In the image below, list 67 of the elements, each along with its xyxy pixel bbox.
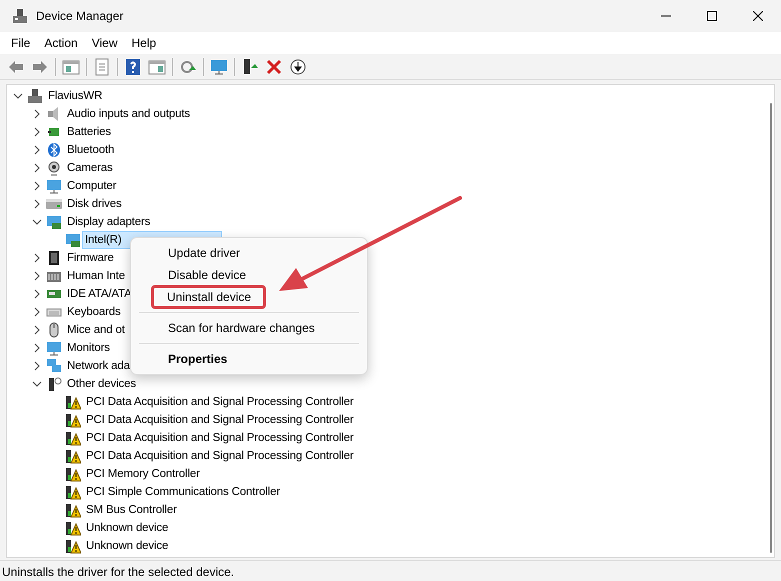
display-card-icon bbox=[46, 214, 62, 230]
warning-icon bbox=[65, 430, 81, 446]
tree-item[interactable]: Monitors bbox=[64, 339, 113, 357]
menu-item[interactable]: File bbox=[4, 32, 38, 54]
device-plus-icon[interactable] bbox=[241, 58, 259, 76]
warning-icon bbox=[65, 412, 81, 428]
maximize-icon bbox=[707, 11, 717, 21]
tree-item[interactable]: Human Inte bbox=[64, 267, 128, 285]
monitor-icon[interactable] bbox=[210, 58, 228, 76]
tree-item[interactable]: IDE ATA/ATA bbox=[64, 285, 135, 303]
menu-item[interactable]: Action bbox=[37, 32, 85, 54]
tree-item[interactable]: PCI Simple Communications Controller bbox=[83, 483, 284, 501]
tree-item[interactable]: Mice and ot bbox=[64, 321, 128, 339]
monitor-icon bbox=[46, 340, 62, 356]
monitor-icon bbox=[46, 178, 62, 194]
tree-item[interactable]: Other devices bbox=[64, 375, 139, 393]
menu-item[interactable]: Help bbox=[124, 32, 164, 54]
computer-icon bbox=[27, 88, 43, 104]
pane-icon[interactable] bbox=[148, 58, 166, 76]
disk-drive-icon bbox=[46, 196, 62, 212]
menu-item[interactable]: Properties bbox=[131, 348, 367, 370]
display-card-icon bbox=[65, 232, 81, 248]
window-title: Device Manager bbox=[36, 8, 124, 25]
tree-item[interactable]: Firmware bbox=[64, 249, 117, 267]
warning-icon bbox=[65, 466, 81, 482]
tree-item[interactable]: PCI Data Acquisition and Signal Processing Controller bbox=[83, 429, 357, 447]
tree-item[interactable]: PCI Data Acquisition and Signal Processing Controller bbox=[83, 447, 357, 465]
scrollbar[interactable] bbox=[770, 103, 772, 553]
help-icon[interactable] bbox=[124, 58, 142, 76]
tree-item[interactable]: Batteries bbox=[64, 123, 114, 141]
warning-icon bbox=[65, 484, 81, 500]
warning-icon bbox=[65, 502, 81, 518]
pane-icon[interactable] bbox=[62, 58, 80, 76]
close-icon bbox=[753, 11, 763, 21]
warning-icon bbox=[65, 394, 81, 410]
tree-item[interactable]: Computer bbox=[64, 177, 120, 195]
tree-item[interactable]: PCI Data Acquisition and Signal Processing Controller bbox=[83, 411, 357, 429]
menu-item[interactable]: Scan for hardware changes bbox=[131, 317, 367, 339]
warning-icon bbox=[65, 448, 81, 464]
properties-icon[interactable] bbox=[93, 58, 111, 76]
tree-item[interactable]: Audio inputs and outputs bbox=[64, 105, 193, 123]
tree-item[interactable]: FlaviusWR bbox=[45, 87, 106, 105]
menu-item[interactable]: Disable device bbox=[131, 264, 367, 286]
device-icon bbox=[46, 376, 62, 392]
network-icon bbox=[46, 358, 62, 374]
x-icon[interactable] bbox=[265, 58, 283, 76]
tree-item[interactable]: Bluetooth bbox=[64, 141, 118, 159]
tree-item[interactable]: Display adapters bbox=[64, 213, 154, 231]
app-icon bbox=[12, 8, 28, 24]
tree-item[interactable]: PCI Data Acquisition and Signal Processing Controller bbox=[83, 393, 357, 411]
chip-icon bbox=[46, 250, 62, 266]
status-text: Uninstalls the driver for the selected device. bbox=[2, 565, 234, 579]
tree-item[interactable]: SM Bus Controller bbox=[83, 501, 180, 519]
tree-item[interactable]: Unknown device bbox=[83, 519, 172, 537]
tree-item[interactable]: Cameras bbox=[64, 159, 116, 177]
tree-item[interactable]: Network ada bbox=[64, 357, 133, 375]
menu-item[interactable]: Uninstall device bbox=[152, 286, 266, 308]
warning-icon bbox=[65, 520, 81, 536]
menu-item[interactable]: Update driver bbox=[131, 242, 367, 264]
bluetooth-icon bbox=[46, 142, 62, 158]
tree-item[interactable]: Keyboards bbox=[64, 303, 124, 321]
warning-icon bbox=[65, 538, 81, 554]
tree-item[interactable]: Unknown device bbox=[83, 537, 172, 555]
tree-item[interactable]: Disk drives bbox=[64, 195, 125, 213]
menu-item[interactable]: View bbox=[84, 32, 124, 54]
tree-item[interactable]: PCI Memory Controller bbox=[83, 465, 203, 483]
camera-icon bbox=[46, 160, 62, 176]
